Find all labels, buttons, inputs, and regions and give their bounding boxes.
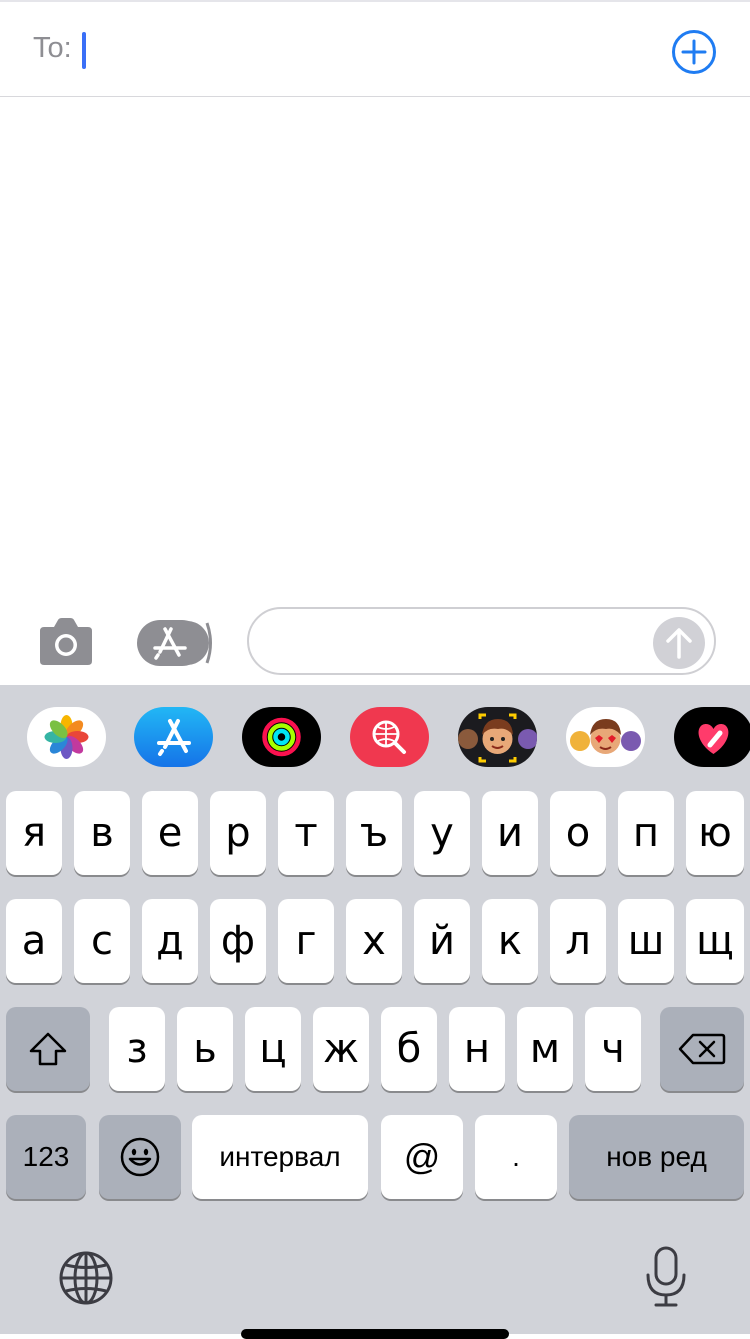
key-zhe[interactable]: ж: [313, 1007, 369, 1091]
memoji-stickers-icon[interactable]: [566, 707, 645, 767]
at-key[interactable]: @: [381, 1115, 463, 1199]
key-ef[interactable]: ф: [210, 899, 266, 983]
key-i[interactable]: и: [482, 791, 538, 875]
key-soft-sign[interactable]: ь: [177, 1007, 233, 1091]
key-ze[interactable]: з: [109, 1007, 165, 1091]
message-input[interactable]: [247, 607, 716, 675]
backspace-icon: [678, 1033, 726, 1065]
key-o[interactable]: о: [550, 791, 606, 875]
key-ya[interactable]: я: [6, 791, 62, 875]
key-be[interactable]: б: [381, 1007, 437, 1091]
recipient-bar: To:: [0, 0, 750, 97]
key-ka[interactable]: к: [482, 899, 538, 983]
space-key[interactable]: интервал: [192, 1115, 368, 1199]
key-u[interactable]: у: [414, 791, 470, 875]
shift-key[interactable]: [6, 1007, 90, 1091]
key-shta[interactable]: щ: [686, 899, 744, 983]
key-che[interactable]: ч: [585, 1007, 641, 1091]
globe-search-icon[interactable]: [350, 707, 429, 767]
key-te[interactable]: т: [278, 791, 334, 875]
key-el[interactable]: л: [550, 899, 606, 983]
key-sha[interactable]: ш: [618, 899, 674, 983]
return-key[interactable]: нов ред: [569, 1115, 744, 1199]
key-hard-sign[interactable]: ъ: [346, 791, 402, 875]
plus-circle-icon[interactable]: [671, 29, 717, 75]
recipient-input[interactable]: [82, 32, 86, 69]
key-er[interactable]: р: [210, 791, 266, 875]
memoji-icon[interactable]: [458, 707, 537, 767]
key-es[interactable]: с: [74, 899, 130, 983]
activity-rings-icon[interactable]: [242, 707, 321, 767]
key-short-i[interactable]: й: [414, 899, 470, 983]
app-drawer: [0, 685, 750, 783]
arrow-up-icon[interactable]: [653, 617, 705, 669]
keyboard: я в е р т ъ у и о п ю а с д ф г х й к л …: [0, 685, 750, 1334]
key-e[interactable]: е: [142, 791, 198, 875]
emoji-icon: [120, 1137, 160, 1177]
app-store-icon[interactable]: [137, 617, 215, 669]
photos-icon[interactable]: [27, 707, 106, 767]
numbers-key[interactable]: 123: [6, 1115, 86, 1199]
emoji-key[interactable]: [99, 1115, 181, 1199]
camera-icon[interactable]: [36, 617, 96, 669]
conversation-area: [0, 97, 750, 605]
home-indicator[interactable]: [241, 1329, 509, 1339]
key-ha[interactable]: х: [346, 899, 402, 983]
key-de[interactable]: д: [142, 899, 198, 983]
globe-icon[interactable]: [58, 1250, 114, 1306]
key-yu[interactable]: ю: [686, 791, 744, 875]
key-em[interactable]: м: [517, 1007, 573, 1091]
microphone-icon[interactable]: [644, 1245, 688, 1309]
key-a[interactable]: а: [6, 899, 62, 983]
digital-touch-icon[interactable]: [674, 707, 750, 767]
shift-icon: [29, 1032, 67, 1066]
delete-key[interactable]: [660, 1007, 744, 1091]
to-label: To:: [33, 32, 72, 64]
key-en[interactable]: н: [449, 1007, 505, 1091]
period-key[interactable]: .: [475, 1115, 557, 1199]
key-pe[interactable]: п: [618, 791, 674, 875]
composer-bar: [0, 605, 750, 685]
key-ve[interactable]: в: [74, 791, 130, 875]
app-store-icon[interactable]: [134, 707, 213, 767]
key-ge[interactable]: г: [278, 899, 334, 983]
key-tse[interactable]: ц: [245, 1007, 301, 1091]
